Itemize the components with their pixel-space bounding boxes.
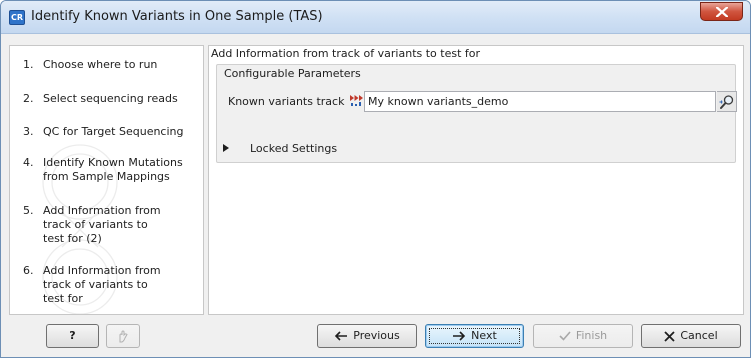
step-label: Add Information from track of variants t… xyxy=(43,264,161,305)
focus-ring xyxy=(429,328,520,344)
finish-button[interactable]: Finish xyxy=(533,324,633,348)
window-title: Identify Known Variants in One Sample (T… xyxy=(31,9,323,24)
step-heading: Add Information from track of variants t… xyxy=(211,47,481,60)
arrow-left-icon xyxy=(335,331,348,341)
step-number: 2. xyxy=(23,92,34,105)
expand-arrow-icon xyxy=(223,144,229,152)
step-number: 3. xyxy=(23,125,34,138)
next-button[interactable]: Next xyxy=(425,324,524,348)
cancel-button[interactable]: Cancel xyxy=(641,324,741,348)
previous-button[interactable]: Previous xyxy=(317,324,417,348)
help-label: ? xyxy=(69,329,76,342)
reset-button[interactable] xyxy=(106,324,140,348)
known-variants-track-field[interactable]: My known variants_demo xyxy=(364,91,716,112)
locked-settings-label: Locked Settings xyxy=(250,142,338,155)
step-number: 1. xyxy=(23,58,34,71)
step-number: 4. xyxy=(23,156,34,169)
app-logo-icon: CR xyxy=(9,10,25,25)
step-label: Select sequencing reads xyxy=(43,92,178,105)
variant-track-icon xyxy=(350,95,363,106)
step-label: Choose where to run xyxy=(43,58,158,71)
close-icon xyxy=(716,7,728,17)
wizard-dialog: CR Identify Known Variants in One Sample… xyxy=(0,0,751,358)
cancel-x-icon xyxy=(664,330,675,342)
checkmark-icon xyxy=(559,331,571,341)
title-bar[interactable]: CR Identify Known Variants in One Sample… xyxy=(1,1,750,34)
step-label: Add Information from track of variants t… xyxy=(43,204,161,245)
step-label: Identify Known Mutations from Sample Map… xyxy=(43,156,183,183)
known-variants-track-label: Known variants track xyxy=(228,95,345,108)
step-label: QC for Target Sequencing xyxy=(43,125,184,138)
browse-track-button[interactable] xyxy=(717,91,737,112)
reset-hand-icon xyxy=(119,329,128,342)
step-number: 6. xyxy=(23,264,34,277)
step-content-panel: Add Information from track of variants t… xyxy=(208,45,744,315)
browse-icon xyxy=(719,95,734,109)
finish-label: Finish xyxy=(575,329,608,342)
close-button[interactable] xyxy=(700,2,743,21)
cancel-label: Cancel xyxy=(680,329,718,342)
group-title: Configurable Parameters xyxy=(224,67,361,80)
wizard-steps-sidebar: 1. Choose where to run 2. Select sequenc… xyxy=(9,45,204,315)
previous-label: Previous xyxy=(353,329,400,342)
help-button[interactable]: ? xyxy=(46,324,99,348)
step-number: 5. xyxy=(23,204,34,217)
